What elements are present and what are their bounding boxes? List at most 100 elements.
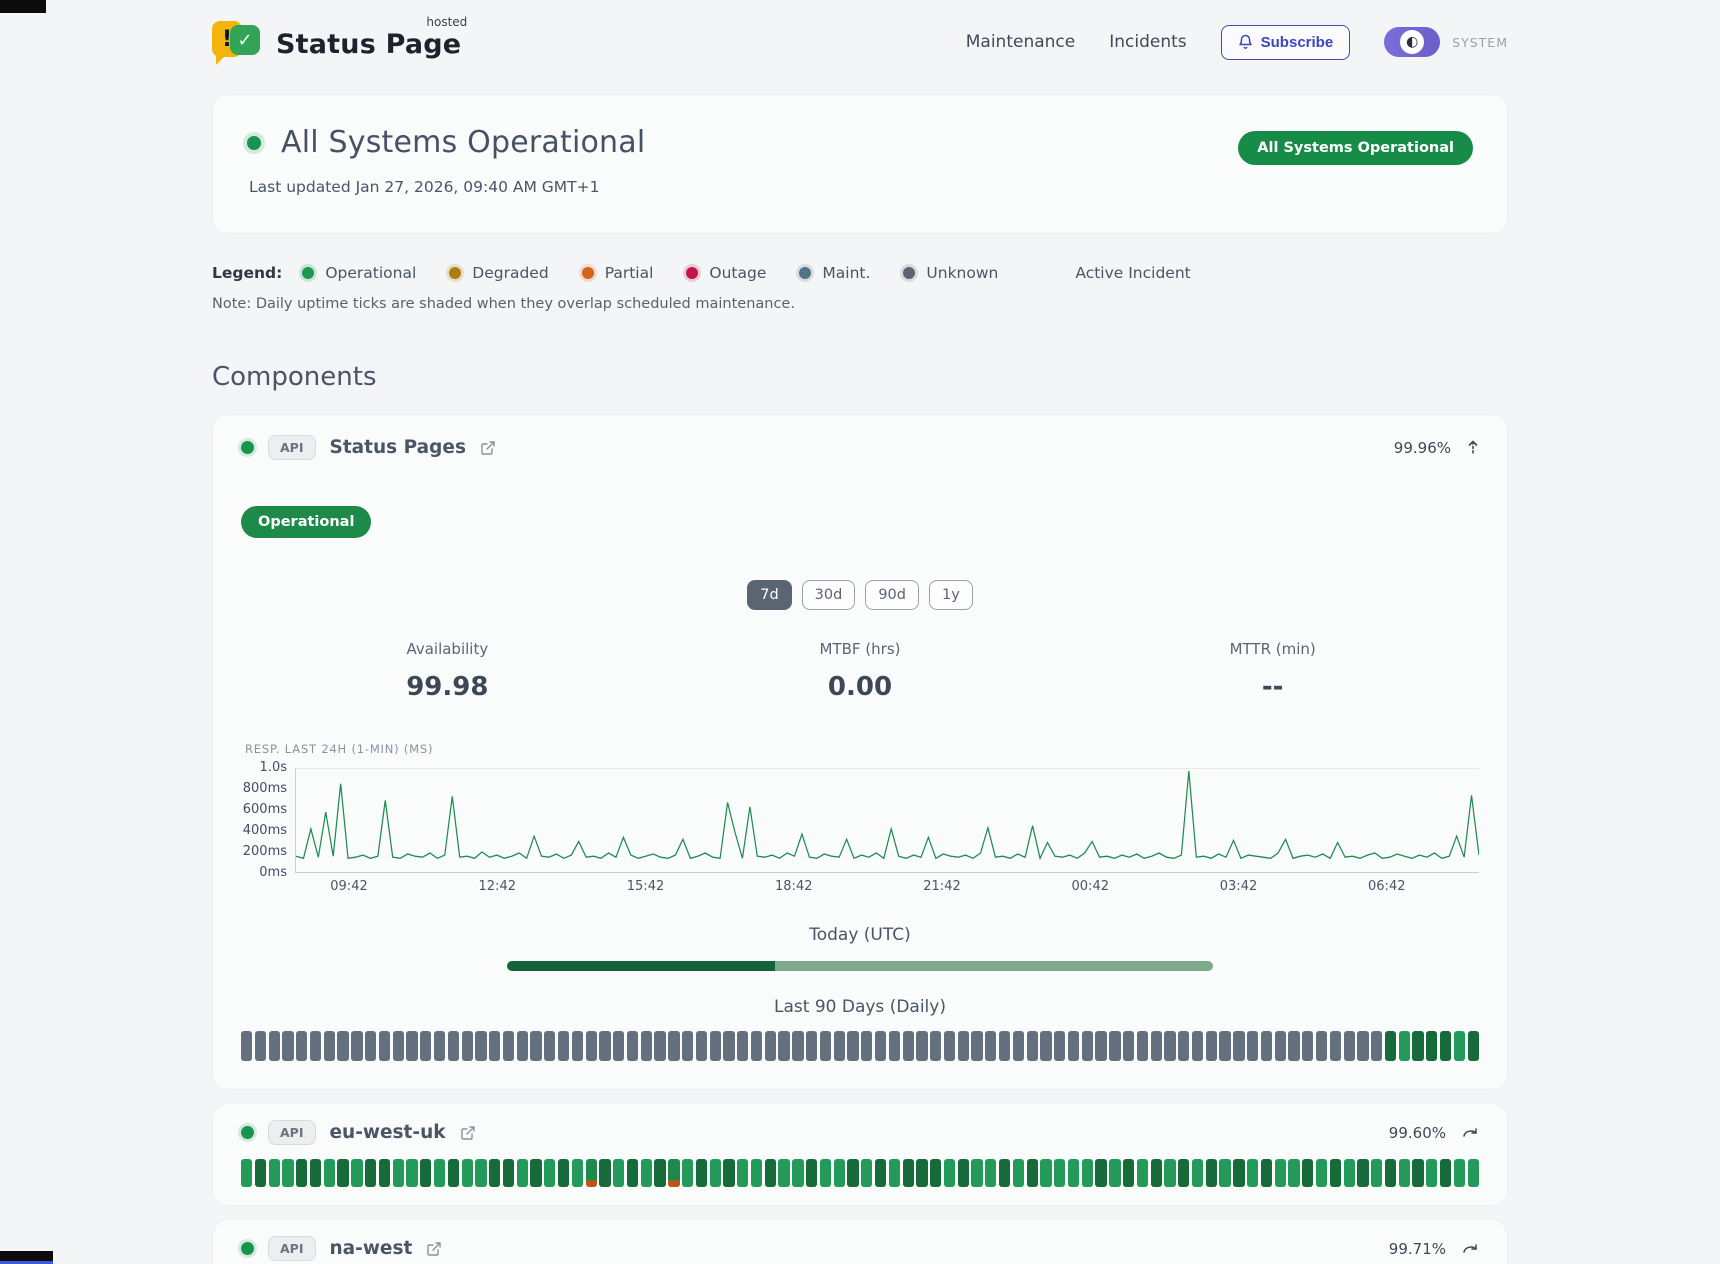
uptime-tick[interactable] [723, 1159, 734, 1187]
nav-item-incidents[interactable]: Incidents [1109, 32, 1186, 52]
uptime-tick[interactable] [1123, 1031, 1134, 1061]
uptime-tick[interactable] [1206, 1031, 1217, 1061]
uptime-tick[interactable] [1219, 1031, 1230, 1061]
uptime-tick[interactable] [1344, 1031, 1355, 1061]
uptime-tick[interactable] [255, 1159, 266, 1187]
uptime-tick[interactable] [737, 1159, 748, 1187]
uptime-tick[interactable] [1247, 1159, 1258, 1187]
uptime-tick[interactable] [324, 1159, 335, 1187]
uptime-tick[interactable] [723, 1031, 734, 1061]
uptime-tick[interactable] [861, 1031, 872, 1061]
uptime-tick[interactable] [255, 1031, 266, 1061]
uptime-tick[interactable] [737, 1031, 748, 1061]
uptime-tick[interactable] [517, 1159, 528, 1187]
uptime-tick[interactable] [448, 1031, 459, 1061]
uptime-tick[interactable] [654, 1031, 665, 1061]
uptime-tick[interactable] [1454, 1031, 1465, 1061]
uptime-tick[interactable] [503, 1159, 514, 1187]
uptime-tick[interactable] [751, 1031, 762, 1061]
uptime-tick[interactable] [393, 1159, 404, 1187]
range-button-1y[interactable]: 1y [929, 580, 973, 610]
uptime-tick[interactable] [1357, 1031, 1368, 1061]
uptime-tick[interactable] [668, 1159, 679, 1187]
uptime-tick[interactable] [1013, 1031, 1024, 1061]
uptime-tick[interactable] [1192, 1159, 1203, 1187]
uptime-tick[interactable] [1054, 1159, 1065, 1187]
uptime-tick[interactable] [1233, 1159, 1244, 1187]
uptime-tick[interactable] [365, 1031, 376, 1061]
uptime-tick[interactable] [434, 1159, 445, 1187]
uptime-tick[interactable] [351, 1159, 362, 1187]
uptime-tick[interactable] [282, 1159, 293, 1187]
uptime-tick[interactable] [847, 1159, 858, 1187]
uptime-tick[interactable] [971, 1159, 982, 1187]
uptime-tick[interactable] [241, 1159, 252, 1187]
uptime-tick[interactable] [544, 1031, 555, 1061]
uptime-tick[interactable] [310, 1159, 321, 1187]
uptime-tick[interactable] [489, 1159, 500, 1187]
chart-plot-area[interactable] [295, 768, 1479, 873]
uptime-tick[interactable] [1109, 1031, 1120, 1061]
uptime-tick[interactable] [613, 1031, 624, 1061]
uptime-tick[interactable] [337, 1159, 348, 1187]
uptime-tick[interactable] [379, 1031, 390, 1061]
uptime-tick[interactable] [682, 1031, 693, 1061]
uptime-tick[interactable] [1151, 1159, 1162, 1187]
uptime-tick[interactable] [627, 1159, 638, 1187]
uptime-tick[interactable] [889, 1159, 900, 1187]
uptime-tick[interactable] [903, 1159, 914, 1187]
uptime-tick[interactable] [641, 1031, 652, 1061]
uptime-tick[interactable] [1178, 1031, 1189, 1061]
uptime-tick[interactable] [682, 1159, 693, 1187]
uptime-tick[interactable] [875, 1159, 886, 1187]
uptime-tick[interactable] [324, 1031, 335, 1061]
uptime-tick[interactable] [1371, 1159, 1382, 1187]
uptime-tick[interactable] [930, 1159, 941, 1187]
uptime-tick[interactable] [1426, 1159, 1437, 1187]
uptime-tick[interactable] [778, 1031, 789, 1061]
uptime-tick[interactable] [1054, 1031, 1065, 1061]
uptime-tick[interactable] [944, 1159, 955, 1187]
uptime-tick[interactable] [1261, 1031, 1272, 1061]
uptime-tick[interactable] [572, 1031, 583, 1061]
uptime-tick[interactable] [820, 1031, 831, 1061]
uptime-tick[interactable] [599, 1031, 610, 1061]
uptime-tick[interactable] [296, 1159, 307, 1187]
uptime-tick[interactable] [1261, 1159, 1272, 1187]
uptime-tick[interactable] [462, 1159, 473, 1187]
range-button-30d[interactable]: 30d [802, 580, 856, 610]
uptime-tick[interactable] [379, 1159, 390, 1187]
uptime-tick[interactable] [985, 1031, 996, 1061]
uptime-tick[interactable] [1302, 1159, 1313, 1187]
uptime-tick[interactable] [558, 1031, 569, 1061]
uptime-tick[interactable] [558, 1159, 569, 1187]
uptime-tick[interactable] [654, 1159, 665, 1187]
uptime-tick[interactable] [1027, 1159, 1038, 1187]
uptime-tick[interactable] [1330, 1031, 1341, 1061]
uptime-tick[interactable] [916, 1031, 927, 1061]
uptime-tick[interactable] [792, 1159, 803, 1187]
uptime-tick[interactable] [806, 1159, 817, 1187]
uptime-tick[interactable] [241, 1031, 252, 1061]
uptime-tick[interactable] [1095, 1031, 1106, 1061]
uptime-tick[interactable] [475, 1159, 486, 1187]
uptime-tick[interactable] [1316, 1031, 1327, 1061]
external-link-icon[interactable] [460, 1125, 476, 1141]
uptime-tick[interactable] [875, 1031, 886, 1061]
uptime-tick[interactable] [586, 1159, 597, 1187]
uptime-tick[interactable] [1151, 1031, 1162, 1061]
uptime-tick[interactable] [1440, 1159, 1451, 1187]
uptime-tick[interactable] [586, 1031, 597, 1061]
expand-icon[interactable] [1462, 1127, 1479, 1139]
uptime-tick[interactable] [1082, 1031, 1093, 1061]
uptime-tick[interactable] [971, 1031, 982, 1061]
uptime-tick[interactable] [1027, 1031, 1038, 1061]
uptime-tick[interactable] [420, 1031, 431, 1061]
uptime-tick[interactable] [930, 1031, 941, 1061]
uptime-tick[interactable] [1164, 1031, 1175, 1061]
uptime-tick[interactable] [696, 1031, 707, 1061]
uptime-tick[interactable] [916, 1159, 927, 1187]
collapse-icon[interactable] [1467, 439, 1479, 457]
uptime-tick[interactable] [1013, 1159, 1024, 1187]
uptime-tick[interactable] [765, 1159, 776, 1187]
